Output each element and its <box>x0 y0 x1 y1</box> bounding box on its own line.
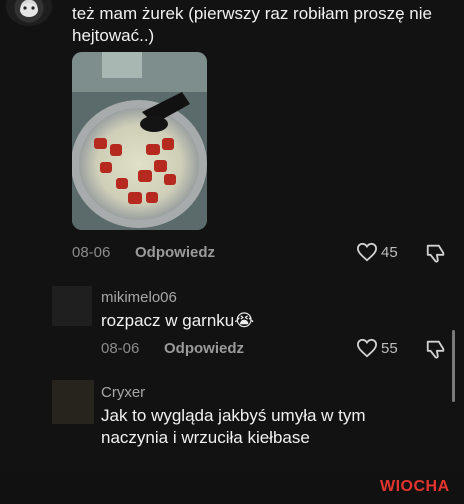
comment-date: 08-06 <box>101 340 140 357</box>
like-count: 55 <box>381 340 398 357</box>
heart-outline-icon[interactable] <box>356 242 378 262</box>
watermark-brand: WIOCHA <box>380 478 450 495</box>
comment-text: Jak to wygląda jakbyś umyła w tym naczyn… <box>101 406 366 447</box>
watermark-logo: WIOCHA <box>380 478 450 496</box>
avatar[interactable] <box>52 380 94 424</box>
comment-date: 08-06 <box>72 244 111 261</box>
reply-button[interactable]: Odpowiedz <box>135 244 215 261</box>
comment-text: rozpacz w garnku😭 <box>101 311 255 330</box>
avatar[interactable] <box>6 0 52 26</box>
thumbs-down-icon[interactable] <box>425 338 447 360</box>
comment-text: też mam żurek (pierwszy raz robiłam pros… <box>72 4 432 45</box>
username[interactable]: mikimelo06 <box>101 289 177 306</box>
reply-button[interactable]: Odpowiedz <box>164 340 244 357</box>
comment-photo[interactable] <box>72 52 207 230</box>
thumbs-down-icon[interactable] <box>425 242 447 264</box>
heart-outline-icon[interactable] <box>356 338 378 358</box>
avatar[interactable] <box>52 286 92 326</box>
scrollbar[interactable] <box>452 330 455 402</box>
username[interactable]: Cryxer <box>101 384 145 401</box>
like-count: 45 <box>381 244 398 261</box>
